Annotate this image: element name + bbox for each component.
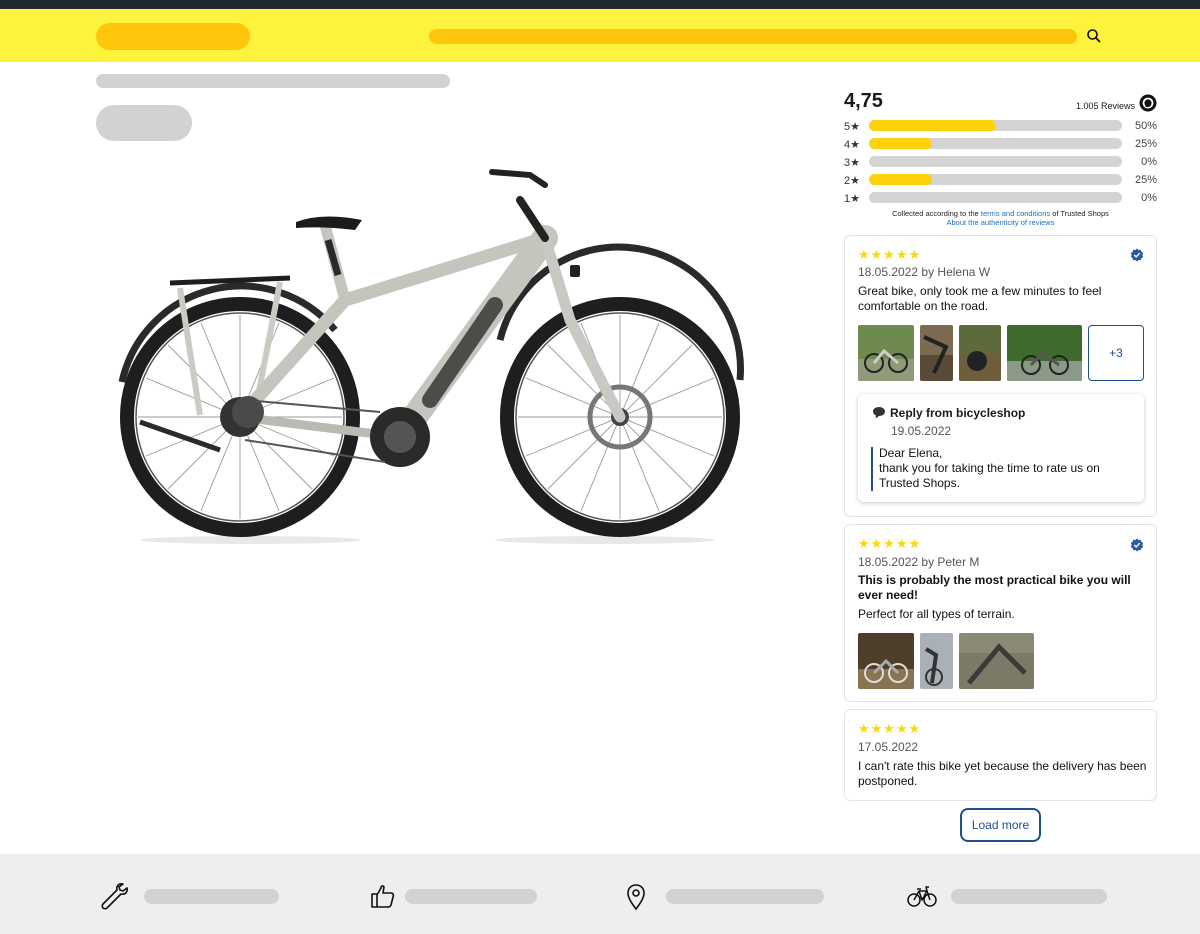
shop-reply: Reply from bicycleshop 19.05.2022 Dear E… — [858, 394, 1144, 502]
review-count: 1.005 Reviews — [1075, 101, 1135, 111]
footer-placeholder — [144, 889, 279, 904]
review-title: This is probably the most practical bike… — [858, 573, 1131, 602]
review-card: ★★★★★ 18.05.2022 by Peter M This is prob… — [844, 524, 1157, 702]
authenticity-link[interactable]: About the authenticity of reviews — [947, 218, 1055, 227]
rating-bar-percent: 50% — [1134, 120, 1157, 132]
review-stars: ★★★★★ — [858, 247, 922, 262]
rating-bar-row: 3★ 0% — [844, 154, 1157, 172]
wrench-icon — [101, 883, 128, 910]
verified-badge-icon — [1130, 538, 1144, 552]
footer-placeholder — [405, 889, 537, 904]
footer — [0, 854, 1200, 934]
rating-bar-fill — [869, 138, 933, 149]
rating-bar-row: 2★ 25% — [844, 172, 1157, 190]
verified-badge-icon — [1130, 248, 1144, 262]
rating-bar-label: 1★ — [844, 193, 860, 205]
footer-placeholder — [666, 889, 824, 904]
review-text: Great bike, only took me a few minutes t… — [858, 284, 1102, 313]
rating-bar-percent: 25% — [1134, 138, 1157, 150]
badge-placeholder — [96, 105, 192, 141]
top-strip — [0, 0, 1200, 9]
collected-suffix: of Trusted Shops — [1050, 209, 1109, 218]
trusted-shops-icon — [1139, 94, 1157, 112]
search-input[interactable] — [429, 29, 1077, 44]
rating-bar-label: 2★ — [844, 175, 860, 187]
thumbs-up-icon — [371, 885, 395, 908]
breadcrumb-placeholder — [96, 74, 450, 88]
reply-header: Reply from bicycleshop — [890, 406, 1026, 420]
footer-placeholder — [951, 889, 1107, 904]
rating-bar-row: 4★ 25% — [844, 136, 1157, 154]
review-photo[interactable] — [959, 633, 1034, 689]
location-pin-icon — [627, 884, 645, 911]
rating-bar-fill — [869, 174, 933, 185]
product-image — [118, 169, 744, 544]
review-stars: ★★★★★ — [858, 721, 922, 736]
rating-bar-track — [869, 156, 1122, 167]
review-text: Perfect for all types of terrain. — [858, 607, 1015, 621]
review-text: I can't rate this bike yet because the d… — [858, 759, 1147, 788]
search-icon[interactable] — [1084, 26, 1104, 46]
rating-bar-track — [869, 174, 1122, 185]
logo-placeholder[interactable] — [96, 23, 250, 50]
rating-bar-track — [869, 120, 1122, 131]
reply-date: 19.05.2022 — [891, 424, 952, 438]
rating-bar-label: 5★ — [844, 121, 860, 133]
rating-bar-percent: 0% — [1141, 192, 1157, 204]
review-photo[interactable] — [858, 633, 914, 689]
rating-bar-label: 4★ — [844, 139, 860, 151]
more-photos-button[interactable]: +3 — [1088, 325, 1144, 381]
review-photo[interactable] — [920, 633, 953, 689]
review-photo[interactable] — [858, 325, 914, 381]
bicycle-icon — [907, 886, 937, 907]
review-meta: 18.05.2022 by Helena W — [858, 265, 991, 279]
header — [0, 9, 1200, 62]
rating-bar-track — [869, 192, 1122, 203]
review-meta: 18.05.2022 by Peter M — [858, 555, 980, 569]
speech-bubble-icon — [873, 407, 885, 419]
rating-bar-track — [869, 138, 1122, 149]
reply-text-line: thank you for taking the time to rate us… — [879, 461, 1100, 490]
review-card: ★★★★★ 17.05.2022 I can't rate this bike … — [844, 709, 1157, 801]
average-rating: 4,75 — [844, 90, 883, 112]
review-stars: ★★★★★ — [858, 536, 922, 551]
load-more-button[interactable]: Load more — [960, 808, 1041, 842]
review-card: ★★★★★ 18.05.2022 by Helena W Great bike,… — [844, 235, 1157, 517]
rating-bar-fill — [869, 120, 996, 131]
reply-quote-line — [871, 447, 873, 491]
rating-bar-percent: 0% — [1141, 156, 1157, 168]
rating-bar-label: 3★ — [844, 157, 860, 169]
reply-text: Dear Elena, thank you for taking the tim… — [879, 446, 1134, 491]
review-photo[interactable] — [1007, 325, 1082, 381]
review-meta: 17.05.2022 — [858, 740, 919, 754]
rating-bar-row: 1★ 0% — [844, 190, 1157, 208]
review-photo[interactable] — [959, 325, 1001, 381]
rating-bar-row: 5★ 50% — [844, 118, 1157, 136]
reply-text-line: Dear Elena, — [879, 446, 943, 460]
collected-notice: Collected according to the terms and con… — [844, 209, 1157, 227]
review-photo[interactable] — [920, 325, 953, 381]
rating-bar-percent: 25% — [1134, 174, 1157, 186]
